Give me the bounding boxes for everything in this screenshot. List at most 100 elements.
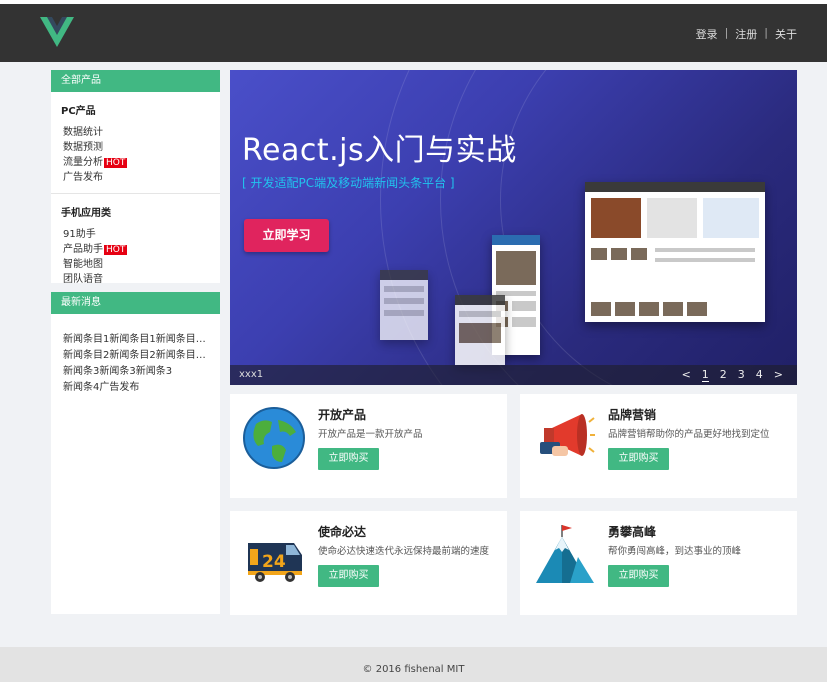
screenshot-block	[512, 301, 536, 311]
group-divider	[51, 193, 220, 194]
screenshot-photo	[591, 198, 641, 238]
sidebar-item[interactable]: 91助手	[51, 227, 220, 242]
products-panel: 全部产品 PC产品 数据统计 数据预测 流量分析 HOT 广告发布 手机应用类 9…	[51, 70, 220, 285]
app-header: 登录 | 注册 | 关于	[0, 4, 827, 62]
carousel-pager: < 1 2 3 4 >	[682, 368, 783, 382]
sidebar-item[interactable]: 数据预测	[51, 140, 220, 155]
sidebar-item[interactable]: 产品助手 HOT	[51, 242, 220, 257]
prev-slide-button[interactable]: <	[682, 368, 691, 382]
desktop-screenshot-image	[585, 182, 765, 322]
group-title-pc: PC产品	[61, 106, 96, 117]
screenshot-photo	[615, 302, 635, 316]
product-card: 开放产品 开放产品是一款开放产品 立即购买	[230, 394, 507, 498]
buy-now-button[interactable]: 立即购买	[608, 565, 669, 587]
slide-dot-2[interactable]: 2	[720, 368, 727, 382]
card-title: 品牌营销	[608, 408, 657, 422]
sidebar-item-label: 团队语音	[63, 274, 103, 285]
copyright-text: © 2016 fishenal MIT	[362, 664, 465, 675]
vue-logo-icon[interactable]	[40, 17, 74, 47]
screenshot-block	[384, 298, 424, 304]
banner-subtitle: [ 开发适配PC端及移动端新闻头条平台 ]	[242, 176, 455, 190]
news-item[interactable]: 新闻条4广告发布	[51, 380, 220, 396]
delivery-truck-icon: 24	[248, 543, 302, 582]
screenshot-block	[703, 198, 759, 238]
sidebar-item[interactable]: 流量分析 HOT	[51, 155, 220, 170]
nav-separator: |	[764, 26, 768, 39]
sidebar-item-label: 数据统计	[63, 127, 103, 138]
hot-badge: HOT	[104, 245, 128, 255]
sidebar-item[interactable]: 团队语音	[51, 272, 220, 287]
buy-now-button[interactable]: 立即购买	[608, 448, 669, 470]
screenshot-bar	[380, 270, 428, 280]
globe-icon	[243, 407, 305, 469]
mobile-screenshot-image	[455, 295, 505, 365]
next-slide-button[interactable]: >	[774, 368, 783, 382]
nav-separator: |	[724, 26, 729, 39]
sidebar-item-label: 广告发布	[63, 172, 103, 183]
screenshot-bar	[585, 182, 765, 192]
screenshot-photo	[631, 248, 647, 260]
screenshot-photo	[591, 302, 611, 316]
slide-dot-3[interactable]: 3	[738, 368, 745, 382]
mobile-screenshot-image	[380, 270, 428, 340]
slide-dot-1[interactable]: 1	[701, 368, 709, 382]
banner-carousel[interactable]: React.js入门与实战 [ 开发适配PC端及移动端新闻头条平台 ] 立即学习	[230, 70, 797, 385]
screenshot-photo	[663, 302, 683, 316]
slide-dot-4[interactable]: 4	[756, 368, 763, 382]
sidebar-item-label: 流量分析	[63, 157, 103, 168]
register-link[interactable]: 注册	[735, 26, 757, 42]
screenshot-photo	[459, 323, 501, 343]
about-link[interactable]: 关于	[775, 26, 797, 42]
screenshot-block	[384, 310, 424, 316]
screenshot-block	[512, 317, 536, 327]
sidebar-item[interactable]: 广告发布	[51, 170, 220, 185]
product-card: 24 使命必达 使命必达快速迭代永远保持最前端的速度 立即购买	[230, 511, 507, 615]
product-card: 勇攀高峰 帮你勇闯高峰，到达事业的顶峰 立即购买	[520, 511, 797, 615]
card-description: 品牌营销帮助你的产品更好地找到定位	[608, 429, 770, 440]
screenshot-block	[655, 258, 755, 262]
screenshot-block	[647, 198, 697, 238]
group-title-mobile: 手机应用类	[61, 208, 111, 219]
screenshot-block	[384, 286, 424, 292]
banner-footer-bar: xxx1 < 1 2 3 4 >	[230, 365, 797, 385]
product-card: 品牌营销 品牌营销帮助你的产品更好地找到定位 立即购买	[520, 394, 797, 498]
news-item[interactable]: 新闻条目2新闻条目2新闻条目2新闻条目2	[51, 348, 220, 364]
card-title: 开放产品	[318, 408, 367, 422]
card-description: 帮你勇闯高峰，到达事业的顶峰	[608, 546, 742, 557]
screenshot-bar	[455, 295, 505, 305]
screenshot-photo	[687, 302, 707, 316]
banner-caption: xxx1	[239, 369, 264, 380]
megaphone-icon	[540, 414, 595, 456]
screenshot-photo	[639, 302, 659, 316]
sidebar-item-label: 91助手	[63, 229, 96, 240]
screenshot-block	[655, 248, 755, 252]
learn-now-button[interactable]: 立即学习	[244, 219, 329, 252]
login-link[interactable]: 登录	[696, 26, 718, 42]
page-footer: © 2016 fishenal MIT	[0, 647, 827, 682]
screenshot-photo	[496, 251, 536, 285]
svg-text:24: 24	[262, 552, 286, 572]
news-panel: 最新消息 新闻条目1新闻条目1新闻条目1新闻条目1 新闻条目2新闻条目2新闻条目…	[51, 292, 220, 614]
buy-now-button[interactable]: 立即购买	[318, 448, 379, 470]
sidebar-item-label: 数据预测	[63, 142, 103, 153]
hot-badge: HOT	[104, 158, 128, 168]
card-description: 使命必达快速迭代永远保持最前端的速度	[318, 546, 490, 557]
screenshot-block	[459, 311, 501, 317]
news-panel-title: 最新消息	[51, 292, 220, 314]
card-title: 勇攀高峰	[608, 525, 657, 539]
sidebar-item-label: 智能地图	[63, 259, 103, 270]
top-nav: 登录 | 注册 | 关于	[696, 26, 797, 42]
card-title: 使命必达	[318, 525, 367, 539]
sidebar-item[interactable]: 智能地图	[51, 257, 220, 272]
buy-now-button[interactable]: 立即购买	[318, 565, 379, 587]
news-item[interactable]: 新闻条目1新闻条目1新闻条目1新闻条目1	[51, 332, 220, 348]
sidebar-item-label: 产品助手	[63, 244, 103, 255]
screenshot-bar	[492, 235, 540, 245]
products-panel-title: 全部产品	[51, 70, 220, 92]
screenshot-photo	[611, 248, 627, 260]
screenshot-photo	[591, 248, 607, 260]
banner-title: React.js入门与实战	[242, 133, 517, 168]
sidebar-item[interactable]: 数据统计	[51, 125, 220, 140]
news-item[interactable]: 新闻条3新闻条3新闻条3	[51, 364, 220, 380]
mountain-flag-icon	[536, 525, 594, 583]
